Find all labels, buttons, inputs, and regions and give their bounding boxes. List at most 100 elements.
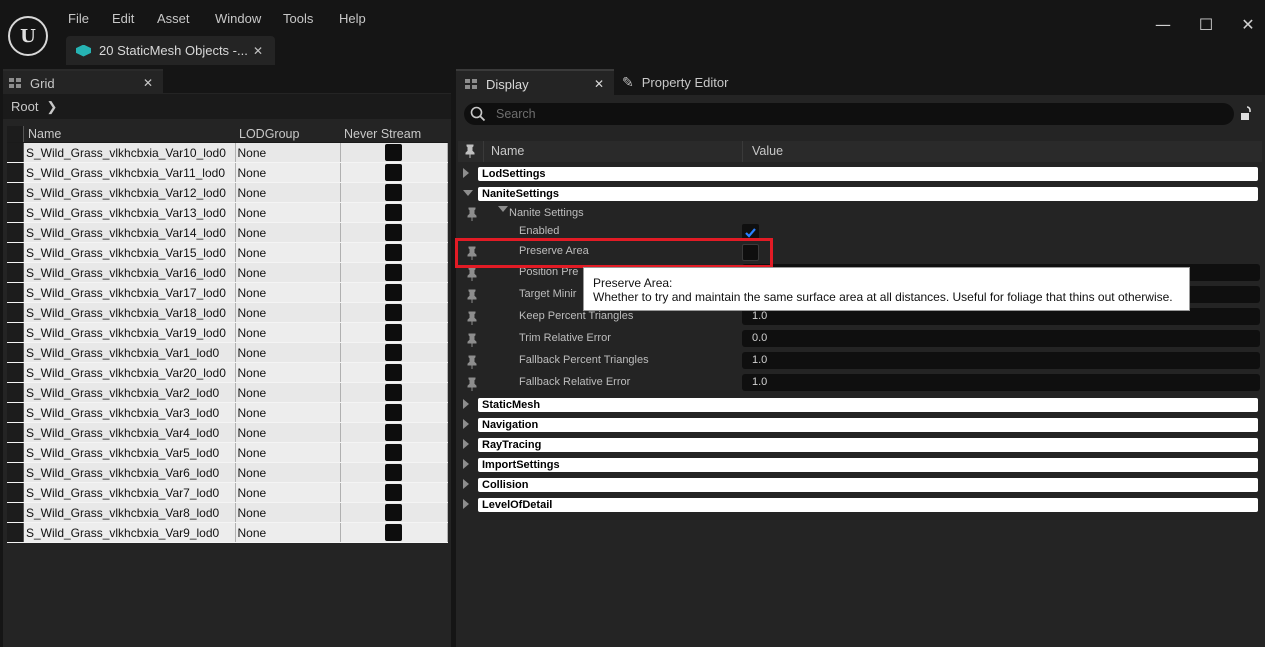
display-tab-close-icon[interactable]: ✕ — [594, 77, 604, 91]
table-row[interactable]: S_Wild_Grass_vlkhcbxia_Var7_lod0 None — [7, 482, 448, 503]
row-selector[interactable] — [7, 262, 24, 283]
cell-lodgroup[interactable]: None — [235, 142, 341, 163]
never-stream-checkbox[interactable] — [385, 504, 403, 521]
cell-lodgroup[interactable]: None — [235, 262, 341, 283]
table-row[interactable]: S_Wild_Grass_vlkhcbxia_Var1_lod0 None — [7, 342, 448, 363]
never-stream-checkbox[interactable] — [385, 284, 403, 301]
collapse-arrow-icon[interactable] — [498, 206, 508, 212]
collapse-arrow-icon[interactable] — [463, 190, 473, 196]
cell-lodgroup[interactable]: None — [235, 342, 341, 363]
pin-icon[interactable] — [466, 333, 478, 347]
pin-icon[interactable] — [464, 144, 476, 158]
pin-icon[interactable] — [466, 377, 478, 391]
cell-name[interactable]: S_Wild_Grass_vlkhcbxia_Var1_lod0 — [23, 342, 236, 363]
cell-name[interactable]: S_Wild_Grass_vlkhcbxia_Var5_lod0 — [23, 442, 236, 463]
cell-lodgroup[interactable]: None — [235, 482, 341, 503]
cell-lodgroup[interactable]: None — [235, 302, 341, 323]
never-stream-checkbox[interactable] — [385, 304, 403, 321]
tab-grid[interactable]: Grid ✕ — [3, 69, 163, 95]
cell-lodgroup[interactable]: None — [235, 202, 341, 223]
cell-lodgroup[interactable]: None — [235, 382, 341, 403]
cell-lodgroup[interactable]: None — [235, 402, 341, 423]
menu-asset[interactable]: Asset — [157, 11, 190, 26]
row-selector[interactable] — [7, 282, 24, 303]
cell-name[interactable]: S_Wild_Grass_vlkhcbxia_Var18_lod0 — [23, 302, 236, 323]
table-row[interactable]: S_Wild_Grass_vlkhcbxia_Var5_lod0 None — [7, 442, 448, 463]
row-selector[interactable] — [7, 522, 24, 543]
pin-icon[interactable] — [466, 246, 478, 260]
never-stream-checkbox[interactable] — [385, 424, 403, 441]
menu-window[interactable]: Window — [215, 11, 261, 26]
table-row[interactable]: S_Wild_Grass_vlkhcbxia_Var16_lod0 None — [7, 262, 448, 283]
row-selector[interactable] — [7, 422, 24, 443]
pin-icon[interactable] — [466, 355, 478, 369]
never-stream-checkbox[interactable] — [385, 344, 403, 361]
expand-arrow-icon[interactable] — [463, 419, 469, 429]
pin-icon[interactable] — [466, 267, 478, 281]
category-lodsettings[interactable]: LodSettings — [458, 166, 1262, 182]
row-selector[interactable] — [7, 222, 24, 243]
menu-file[interactable]: File — [68, 11, 89, 26]
column-header-never-stream[interactable]: Never Stream — [340, 126, 448, 143]
row-selector[interactable] — [7, 242, 24, 263]
cell-lodgroup[interactable]: None — [235, 442, 341, 463]
row-selector[interactable] — [7, 342, 24, 363]
cell-name[interactable]: S_Wild_Grass_vlkhcbxia_Var17_lod0 — [23, 282, 236, 303]
never-stream-checkbox[interactable] — [385, 444, 403, 461]
row-selector[interactable] — [7, 322, 24, 343]
table-row[interactable]: S_Wild_Grass_vlkhcbxia_Var2_lod0 None — [7, 382, 448, 403]
cell-lodgroup[interactable]: None — [235, 242, 341, 263]
never-stream-checkbox[interactable] — [385, 244, 403, 261]
never-stream-checkbox[interactable] — [385, 164, 403, 181]
expand-arrow-icon[interactable] — [463, 168, 469, 178]
chevron-right-icon[interactable]: ❯ — [46, 99, 57, 115]
never-stream-checkbox[interactable] — [385, 224, 403, 241]
cell-name[interactable]: S_Wild_Grass_vlkhcbxia_Var19_lod0 — [23, 322, 236, 343]
cell-lodgroup[interactable]: None — [235, 222, 341, 243]
category-nanitesettings[interactable]: NaniteSettings — [458, 186, 1262, 202]
row-selector[interactable] — [7, 502, 24, 523]
row-selector[interactable] — [7, 442, 24, 463]
pin-icon[interactable] — [466, 207, 478, 221]
table-row[interactable]: S_Wild_Grass_vlkhcbxia_Var3_lod0 None — [7, 402, 448, 423]
never-stream-checkbox[interactable] — [385, 144, 403, 161]
cell-lodgroup[interactable]: None — [235, 322, 341, 343]
enabled-checkbox[interactable] — [742, 224, 759, 241]
cell-name[interactable]: S_Wild_Grass_vlkhcbxia_Var2_lod0 — [23, 382, 236, 403]
column-header-name[interactable]: Name — [23, 126, 235, 143]
cell-name[interactable]: S_Wild_Grass_vlkhcbxia_Var11_lod0 — [23, 162, 236, 183]
maximize-button[interactable]: ☐ — [1191, 9, 1221, 39]
column-header-lodgroup[interactable]: LODGroup — [235, 126, 340, 143]
expand-arrow-icon[interactable] — [463, 479, 469, 489]
cell-lodgroup[interactable]: None — [235, 162, 341, 183]
never-stream-checkbox[interactable] — [385, 464, 403, 481]
table-row[interactable]: S_Wild_Grass_vlkhcbxia_Var4_lod0 None — [7, 422, 448, 443]
cell-name[interactable]: S_Wild_Grass_vlkhcbxia_Var13_lod0 — [23, 202, 236, 223]
category-importsettings[interactable]: ImportSettings — [458, 457, 1262, 473]
fallback-percent-field[interactable]: 1.0 — [742, 352, 1260, 369]
table-row[interactable]: S_Wild_Grass_vlkhcbxia_Var13_lod0 None — [7, 202, 448, 223]
cell-lodgroup[interactable]: None — [235, 422, 341, 443]
menu-edit[interactable]: Edit — [112, 11, 134, 26]
document-tab-close-icon[interactable]: ✕ — [253, 44, 263, 58]
category-collision[interactable]: Collision — [458, 477, 1262, 493]
cell-name[interactable]: S_Wild_Grass_vlkhcbxia_Var16_lod0 — [23, 262, 236, 283]
close-window-button[interactable]: ✕ — [1233, 9, 1263, 39]
cell-lodgroup[interactable]: None — [235, 502, 341, 523]
row-selector[interactable] — [7, 462, 24, 483]
row-selector[interactable] — [7, 202, 24, 223]
cell-lodgroup[interactable]: None — [235, 522, 341, 543]
cell-name[interactable]: S_Wild_Grass_vlkhcbxia_Var8_lod0 — [23, 502, 236, 523]
row-selector[interactable] — [7, 382, 24, 403]
table-row[interactable]: S_Wild_Grass_vlkhcbxia_Var12_lod0 None — [7, 182, 448, 203]
table-row[interactable]: S_Wild_Grass_vlkhcbxia_Var8_lod0 None — [7, 502, 448, 523]
row-selector[interactable] — [7, 162, 24, 183]
expand-arrow-icon[interactable] — [463, 459, 469, 469]
never-stream-checkbox[interactable] — [385, 324, 403, 341]
column-divider[interactable] — [742, 141, 743, 162]
cell-name[interactable]: S_Wild_Grass_vlkhcbxia_Var14_lod0 — [23, 222, 236, 243]
table-row[interactable]: S_Wild_Grass_vlkhcbxia_Var10_lod0 None — [7, 142, 448, 163]
fallback-error-field[interactable]: 1.0 — [742, 374, 1260, 391]
cell-lodgroup[interactable]: None — [235, 282, 341, 303]
cell-lodgroup[interactable]: None — [235, 362, 341, 383]
